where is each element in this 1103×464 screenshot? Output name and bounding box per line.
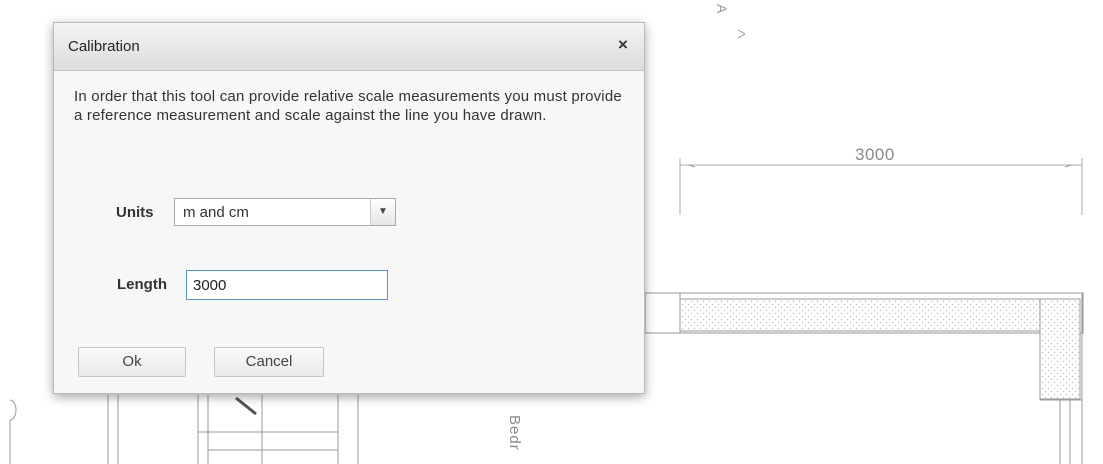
room-label: Bedr	[506, 415, 523, 451]
calibration-dialog: Calibration × In order that this tool ca…	[53, 22, 645, 394]
units-select[interactable]: m and cm ▼	[174, 198, 396, 226]
length-input[interactable]	[186, 270, 388, 300]
wall	[644, 292, 1084, 464]
view-arrow	[737, 29, 746, 39]
close-icon[interactable]: ×	[614, 36, 632, 54]
dialog-header[interactable]: Calibration ×	[54, 23, 644, 71]
ok-button[interactable]: Ok	[78, 347, 186, 377]
length-label: Length	[117, 276, 167, 293]
dialog-body: In order that this tool can provide rela…	[54, 71, 644, 393]
dimension-label: 3000	[855, 145, 895, 164]
units-selected-value: m and cm	[183, 204, 249, 221]
view-label: A	[714, 4, 730, 14]
units-label: Units	[116, 204, 154, 221]
cancel-button[interactable]: Cancel	[214, 347, 324, 377]
dimension-line	[679, 158, 1083, 215]
stair-lines	[9, 395, 359, 464]
chevron-down-icon[interactable]: ▼	[370, 199, 395, 225]
dialog-title: Calibration	[68, 38, 140, 55]
instructions-text: In order that this tool can provide rela…	[74, 88, 622, 124]
